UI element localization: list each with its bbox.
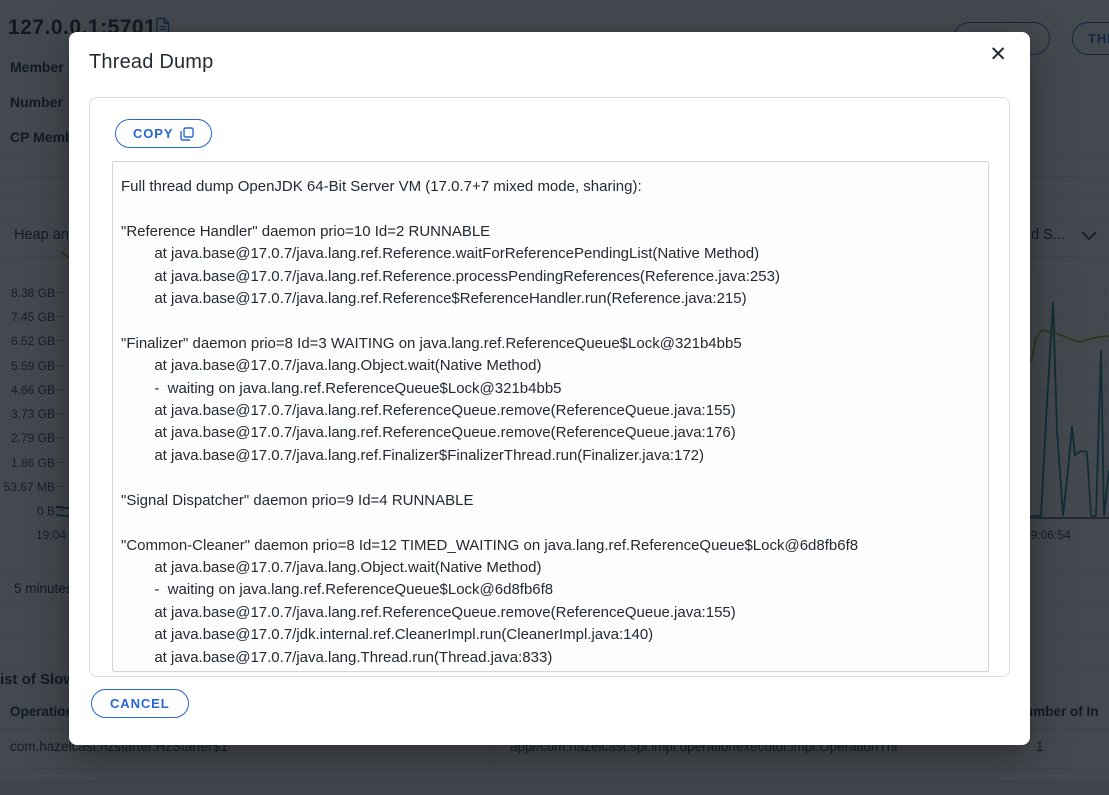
thread-dump-card: COPY Full thread dump OpenJDK 64-Bit Ser… xyxy=(89,97,1010,677)
cancel-button-label: CANCEL xyxy=(110,696,170,711)
thread-dump-modal: Thread Dump ✕ COPY Full thread dump Open… xyxy=(69,32,1030,745)
close-icon[interactable]: ✕ xyxy=(985,40,1011,69)
thread-dump-text[interactable]: Full thread dump OpenJDK 64-Bit Server V… xyxy=(112,161,989,672)
screen: 127.0.0.1:5701 THR MemberNumberCP Memb H… xyxy=(0,0,1109,795)
copy-button[interactable]: COPY xyxy=(115,119,212,148)
modal-title: Thread Dump xyxy=(89,51,213,74)
copy-icon xyxy=(180,127,194,141)
copy-button-label: COPY xyxy=(133,126,173,141)
cancel-button[interactable]: CANCEL xyxy=(91,689,189,718)
